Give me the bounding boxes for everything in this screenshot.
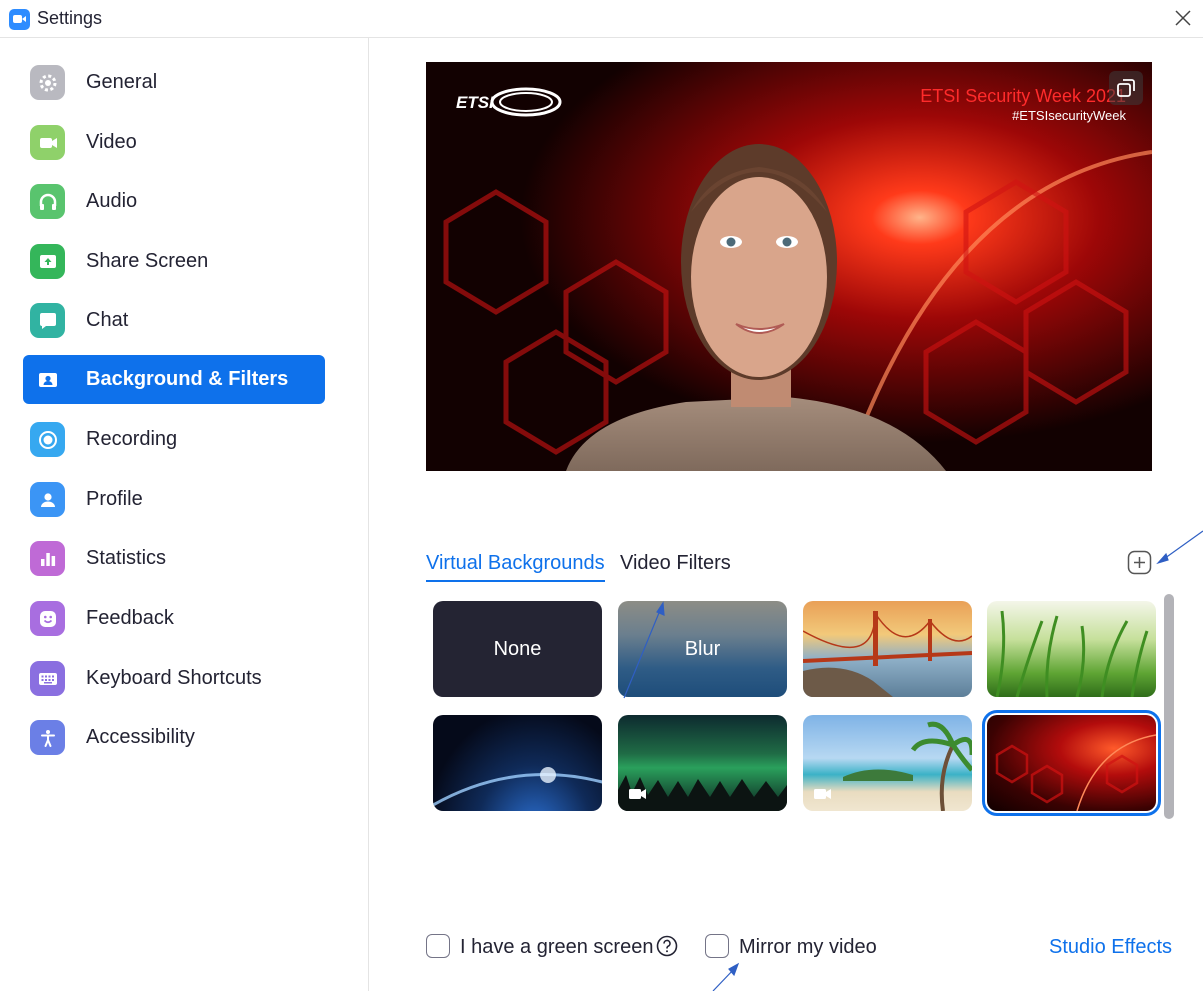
background-option-beach[interactable] [803,715,972,811]
aurora-image [618,775,787,811]
close-icon [1175,10,1191,26]
sidebar-item-label: Profile [86,488,143,510]
portrait-icon [30,362,65,397]
sidebar-item-share-screen[interactable]: Share Screen [23,237,325,286]
video-camera-icon [30,125,65,160]
sidebar-item-label: Audio [86,190,138,212]
thumbnails-scrollbar[interactable] [1164,594,1174,819]
background-option-none[interactable]: None [433,601,602,697]
settings-sidebar: General Video Audio Share Screen Chat Ba… [0,38,369,991]
tab-video-filters[interactable]: Video Filters [620,548,731,582]
sidebar-item-label: Statistics [86,547,167,569]
keyboard-icon [30,661,65,696]
sidebar-item-profile[interactable]: Profile [23,475,325,524]
sidebar-item-label: Share Screen [86,250,209,272]
video-indicator-icon [814,789,831,799]
preview-background-image: ETSI ETSI Security Week 2021 #ETSIsecuri… [426,62,1152,471]
sidebar-item-recording[interactable]: Recording [23,415,325,464]
etsi-background-image [995,734,1156,811]
sidebar-item-label: General [86,71,158,93]
close-button[interactable] [1171,6,1195,30]
sidebar-item-chat[interactable]: Chat [23,296,325,345]
bar-chart-icon [30,541,65,576]
sidebar-item-label: Recording [86,428,178,450]
preview-event-title: ETSI Security Week 2021 [920,86,1126,106]
title-bar: Settings [0,0,1203,38]
mirror-video-label[interactable]: Mirror my video [739,936,877,959]
sidebar-item-label: Feedback [86,607,174,629]
studio-effects-link[interactable]: Studio Effects [1049,936,1172,959]
pop-out-button[interactable] [1109,71,1143,105]
mirror-video-checkbox[interactable] [705,934,729,958]
grass-image [995,610,1149,697]
background-option-etsi-security-week[interactable] [982,710,1161,816]
background-option-label: Blur [684,637,721,660]
accessibility-icon [30,720,65,755]
background-option-golden-gate[interactable] [803,601,972,697]
help-icon[interactable] [656,935,678,957]
tab-virtual-backgrounds[interactable]: Virtual Backgrounds [426,548,605,582]
sidebar-item-background-filters[interactable]: Background & Filters [23,355,325,404]
background-option-earth[interactable] [433,715,602,811]
video-preview: ETSI ETSI Security Week 2021 #ETSIsecuri… [426,62,1152,471]
preview-hashtag: #ETSIsecurityWeek [1012,108,1126,123]
sidebar-item-audio[interactable]: Audio [23,177,325,226]
sidebar-item-keyboard-shortcuts[interactable]: Keyboard Shortcuts [23,654,325,703]
gear-icon [30,65,65,100]
sidebar-item-label: Video [86,131,137,153]
preview-logo-text: ETSI [456,93,495,112]
sidebar-item-label: Chat [86,309,129,331]
sidebar-item-statistics[interactable]: Statistics [23,534,325,583]
person-icon [30,482,65,517]
earth-image [433,767,602,807]
sidebar-item-general[interactable]: General [23,58,325,107]
sidebar-item-feedback[interactable]: Feedback [23,594,325,643]
sidebar-item-label: Keyboard Shortcuts [86,667,262,689]
zoom-app-icon [9,9,30,30]
background-option-blur[interactable]: Blur [618,601,787,697]
window-title: Settings [37,8,103,28]
background-option-grass[interactable] [987,601,1156,697]
beach-image [814,721,972,811]
smiley-icon [30,601,65,636]
pop-out-icon [1117,79,1135,97]
plus-icon [1127,550,1152,575]
sidebar-item-video[interactable]: Video [23,118,325,167]
sidebar-item-accessibility[interactable]: Accessibility [23,713,325,762]
headphones-icon [30,184,65,219]
sidebar-item-label: Background & Filters [86,368,289,390]
add-background-button[interactable] [1127,550,1152,575]
share-screen-icon [30,244,65,279]
golden-gate-image [803,610,972,697]
background-option-label: None [493,637,542,660]
green-screen-label[interactable]: I have a green screen [460,936,653,959]
chat-bubble-icon [30,303,65,338]
sidebar-item-label: Accessibility [86,726,195,748]
record-icon [30,422,65,457]
background-option-aurora[interactable] [618,715,787,811]
green-screen-checkbox[interactable] [426,934,450,958]
